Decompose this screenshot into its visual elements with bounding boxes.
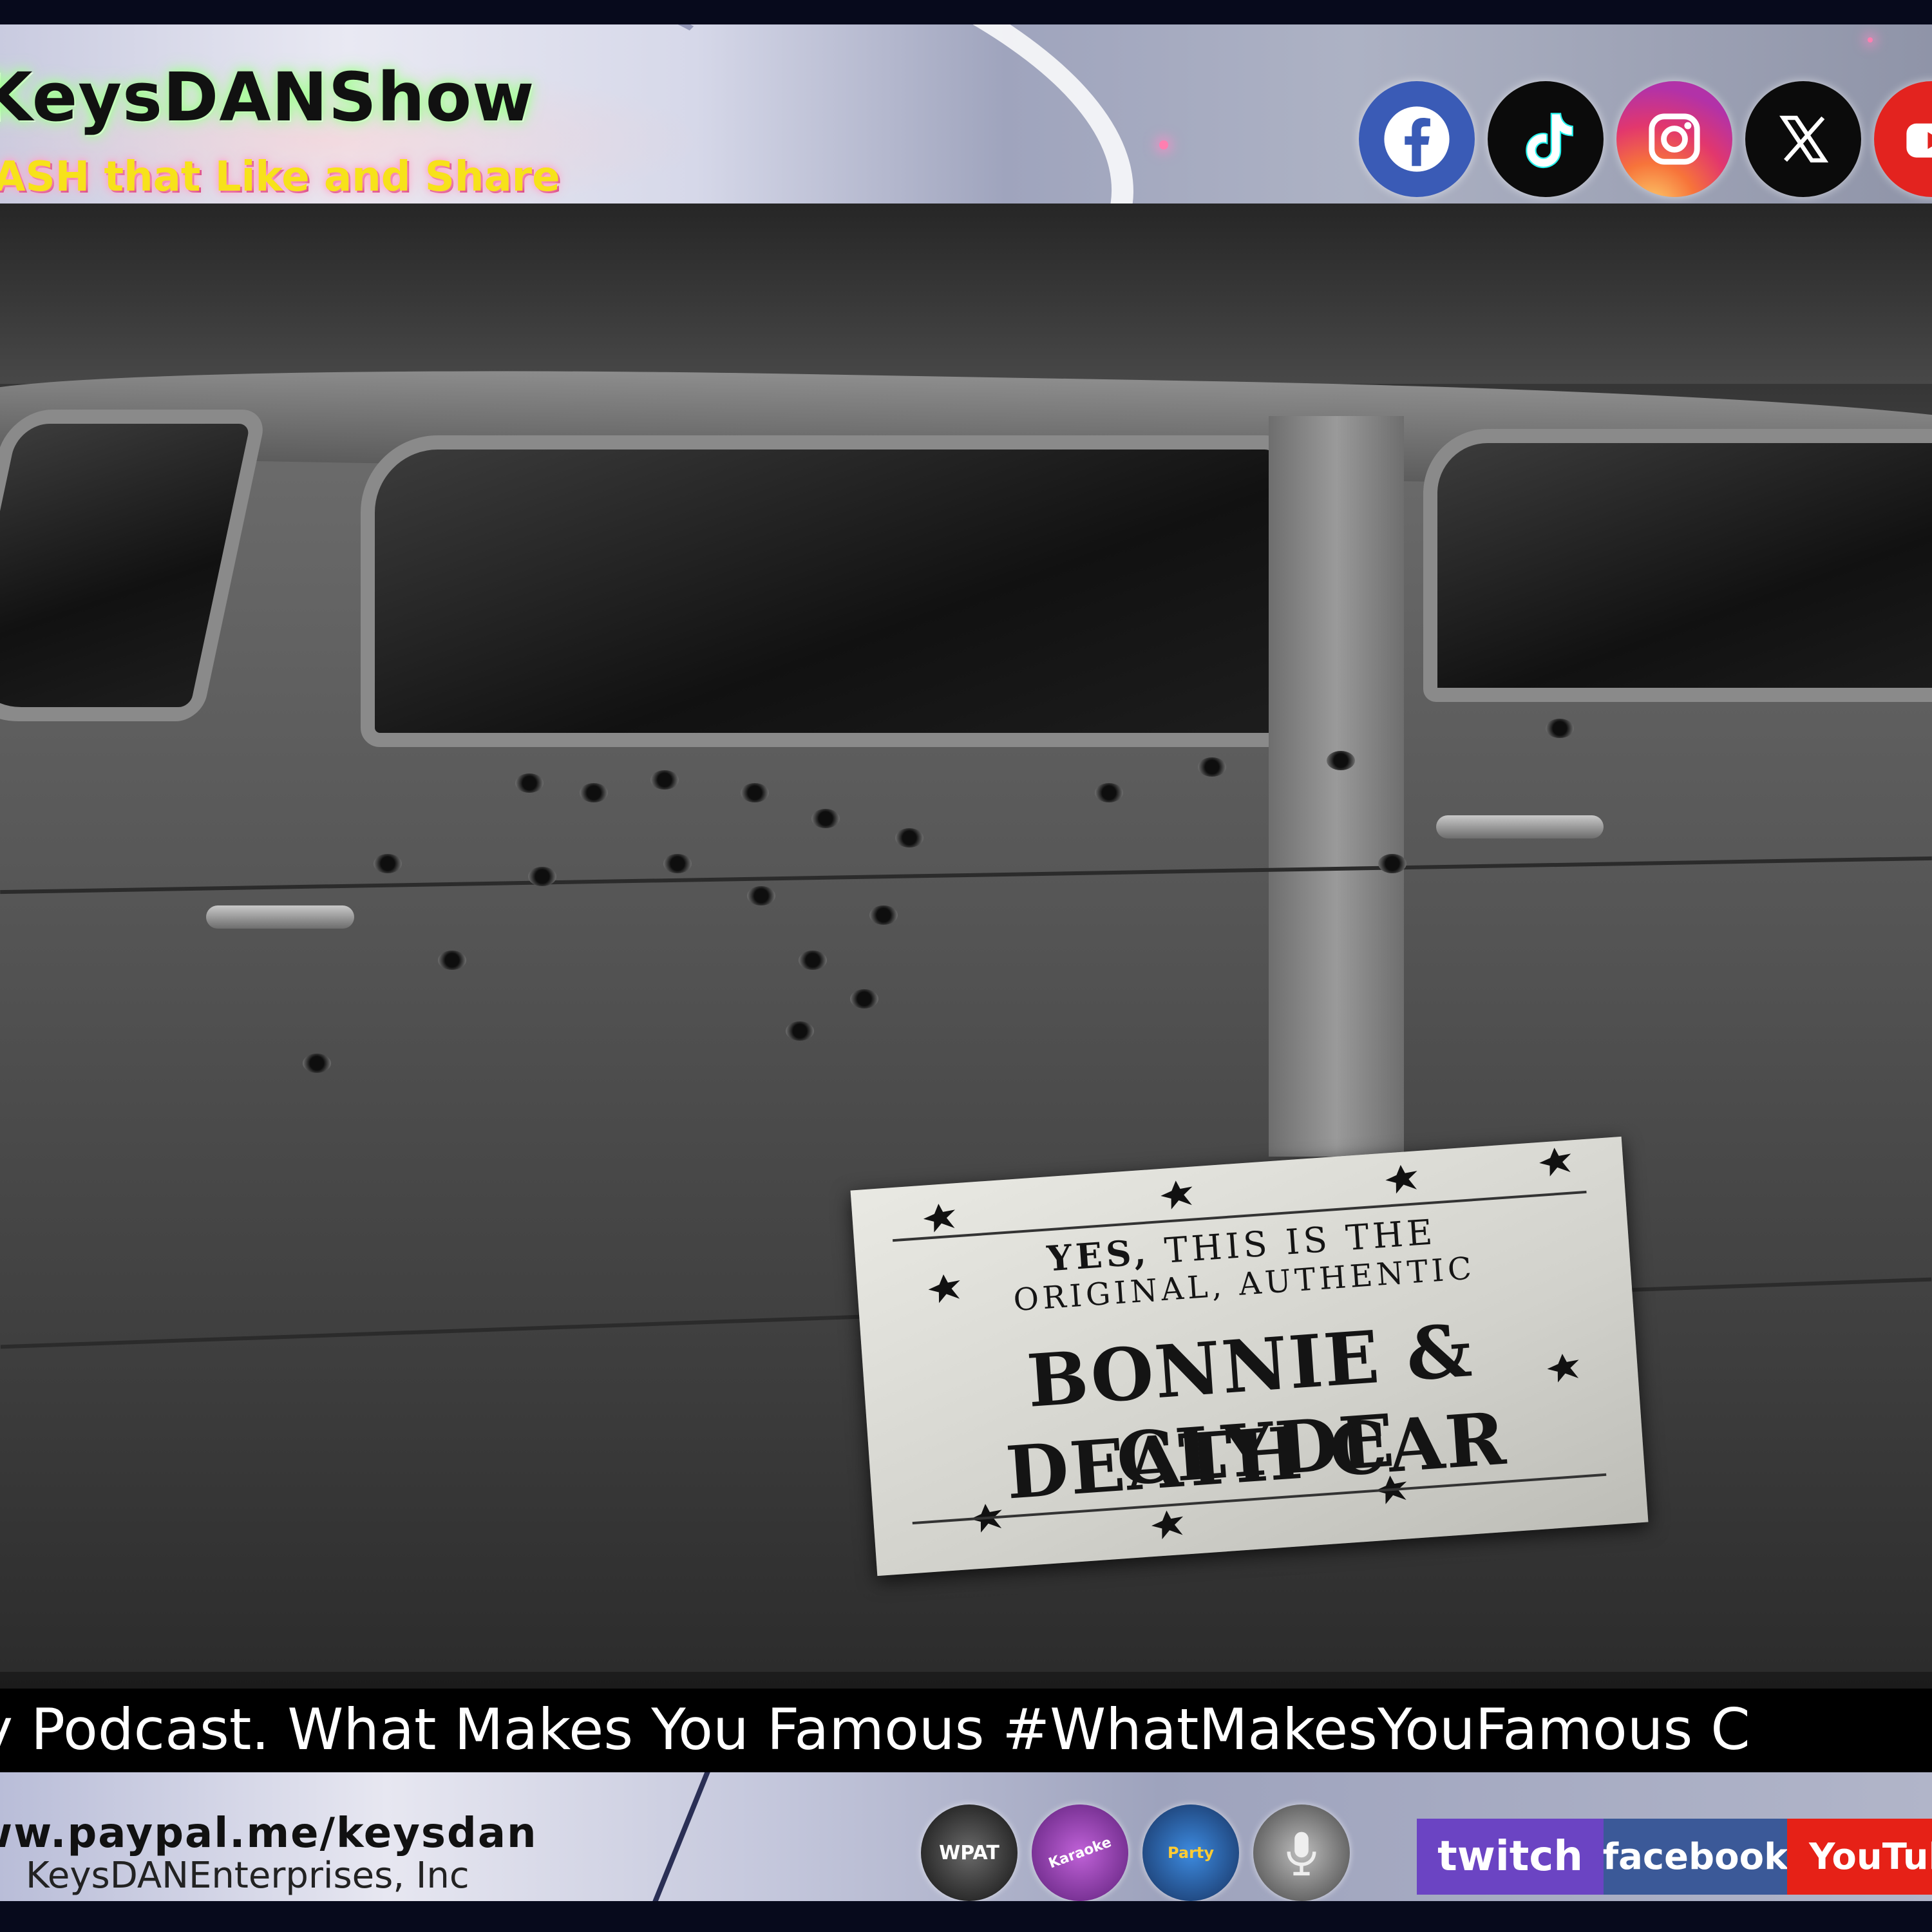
youtube-link[interactable]: YouTube: [1787, 1819, 1932, 1895]
bullet-hole: [869, 905, 898, 925]
x-icon[interactable]: [1745, 81, 1861, 197]
facebook-link[interactable]: facebook: [1603, 1819, 1788, 1895]
bullet-hole: [580, 783, 608, 802]
show-subtitle: ASH that Like and Share: [0, 153, 560, 201]
splat-mark: [1160, 1180, 1194, 1210]
facebook-icon[interactable]: [1359, 81, 1475, 197]
top-frame-strip: [0, 0, 1932, 24]
header-banner: KeysDANShow ASH that Like and Share: [0, 24, 1932, 204]
wpat-logo[interactable]: WPAT: [921, 1804, 1018, 1901]
car-door-pillar: [1269, 416, 1404, 1157]
door-handle: [1436, 815, 1604, 838]
bottom-frame-strip: [0, 1901, 1932, 1932]
bullet-hole: [528, 867, 556, 886]
splat-mark: [1150, 1510, 1184, 1540]
footer-banner: ww.paypal.me/keysdan KeysDANEnterprises,…: [0, 1772, 1932, 1901]
bullet-hole: [850, 989, 878, 1009]
party-logo[interactable]: Party: [1142, 1804, 1239, 1901]
twitch-link[interactable]: twitch: [1417, 1819, 1604, 1895]
youtube-icon[interactable]: [1874, 81, 1932, 197]
news-ticker: y Podcast. What Makes You Famous #WhatMa…: [0, 1689, 1932, 1772]
sparkle-icon: [1159, 140, 1168, 149]
microphone-icon: [1287, 1832, 1316, 1876]
bullet-hole: [1327, 751, 1355, 770]
tiktok-icon[interactable]: [1488, 81, 1604, 197]
social-icons: [1359, 81, 1932, 200]
photo-background: [0, 204, 1932, 384]
bullet-hole: [747, 886, 775, 905]
microphone-logo[interactable]: [1253, 1804, 1350, 1901]
car-window-right: [1423, 429, 1932, 702]
platform-links: twitch facebook YouTube: [1417, 1819, 1932, 1895]
splat-mark: [922, 1202, 956, 1233]
instagram-icon[interactable]: [1616, 81, 1732, 197]
bullet-hole: [786, 1021, 814, 1041]
sign-yes: YES,: [1045, 1231, 1151, 1280]
bullet-hole: [438, 951, 466, 970]
bullet-hole: [650, 770, 679, 790]
splat-mark: [1385, 1164, 1419, 1194]
bullet-hole: [663, 854, 692, 873]
ticker-text: y Podcast. What Makes You Famous #WhatMa…: [0, 1696, 1750, 1763]
bullet-hole: [811, 809, 840, 828]
bullet-hole: [1095, 783, 1123, 802]
bullet-hole: [1378, 854, 1406, 873]
car-photo: YES, THIS IS THE ORIGINAL, AUTHENTIC BON…: [0, 204, 1932, 1689]
bullet-hole: [1198, 757, 1226, 777]
bullet-hole: [895, 828, 923, 848]
bullet-hole: [1546, 719, 1574, 738]
car-window-middle: [361, 435, 1291, 747]
bullet-hole: [799, 951, 827, 970]
splat-mark: [1539, 1146, 1573, 1177]
bullet-hole: [515, 773, 544, 793]
death-car-sign: YES, THIS IS THE ORIGINAL, AUTHENTIC BON…: [850, 1136, 1649, 1577]
bullet-hole: [741, 783, 769, 802]
door-handle: [206, 905, 354, 929]
company-name: KeysDANEnterprises, Inc: [26, 1855, 469, 1897]
show-title: KeysDANShow: [0, 58, 535, 137]
bullet-hole: [374, 854, 402, 873]
sparkle-icon: [1868, 37, 1873, 43]
karaoke-logo[interactable]: Karaoke: [1018, 1790, 1142, 1901]
show-badges: WPAT Karaoke Party: [921, 1790, 1350, 1901]
paypal-link[interactable]: ww.paypal.me/keysdan: [0, 1810, 538, 1857]
bullet-hole: [303, 1054, 331, 1073]
